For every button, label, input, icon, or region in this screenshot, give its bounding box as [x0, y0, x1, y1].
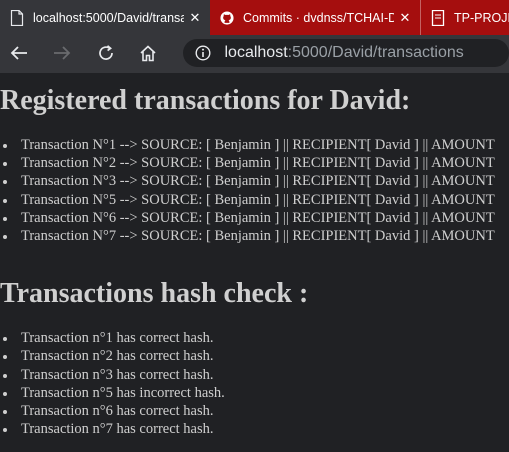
browser-toolbar: localhost:5000/David/transactions [0, 35, 509, 71]
arrow-left-icon [10, 46, 27, 60]
address-bar[interactable]: localhost:5000/David/transactions [182, 39, 509, 67]
github-icon [220, 10, 234, 25]
url-host: localhost [224, 44, 288, 61]
list-item: Transaction n°1 has correct hash. [0, 329, 509, 347]
home-button[interactable] [131, 35, 165, 71]
transactions-list: Transaction N°1 --> SOURCE: [ Benjamin ]… [0, 136, 509, 245]
info-icon[interactable] [194, 45, 211, 61]
list-item: Transaction N°7 --> SOURCE: [ Benjamin ]… [0, 227, 509, 245]
list-item: Transaction N°1 --> SOURCE: [ Benjamin ]… [0, 136, 509, 154]
list-item: Transaction N°5 --> SOURCE: [ Benjamin ]… [0, 191, 509, 209]
url-path: :5000/David/transactions [287, 44, 464, 61]
list-item: Transaction N°3 --> SOURCE: [ Benjamin ]… [0, 172, 509, 190]
list-item: Transaction n°2 has correct hash. [0, 347, 509, 365]
reload-icon [99, 45, 113, 60]
tab-projet[interactable]: TP-PROJET [420, 0, 509, 35]
tab-title: TP-PROJET [454, 10, 509, 25]
list-item: Transaction N°2 --> SOURCE: [ Benjamin ]… [0, 154, 509, 172]
hash-check-heading: Transactions hash check : [0, 278, 309, 310]
close-icon[interactable]: ✕ [394, 10, 416, 26]
tab-commits[interactable]: Commits · dvdnss/TCHAI-D ✕ [210, 0, 420, 35]
reload-button[interactable] [89, 35, 123, 71]
arrow-right-icon [54, 46, 71, 60]
document-icon [431, 9, 445, 26]
tab-title: localhost:5000/David/transactions [33, 10, 184, 25]
close-icon[interactable]: ✕ [184, 10, 206, 26]
list-item: Transaction N°6 --> SOURCE: [ Benjamin ]… [0, 209, 509, 227]
list-item: Transaction n°7 has correct hash. [0, 420, 509, 438]
hash-check-list: Transaction n°1 has correct hash. Transa… [0, 329, 509, 438]
back-button[interactable] [2, 35, 36, 71]
page-content: Registered transactions for David: Trans… [0, 85, 509, 438]
list-item: Transaction n°3 has correct hash. [0, 366, 509, 384]
page-icon [10, 9, 24, 26]
toolbar-divider [0, 71, 509, 73]
list-item: Transaction n°5 has incorrect hash. [0, 384, 509, 402]
list-item: Transaction n°6 has correct hash. [0, 402, 509, 420]
home-icon [140, 44, 156, 61]
forward-button[interactable] [46, 35, 80, 71]
tab-transactions[interactable]: localhost:5000/David/transactions ✕ [0, 0, 210, 35]
tab-title: Commits · dvdnss/TCHAI-D [243, 10, 394, 25]
tab-strip: localhost:5000/David/transactions ✕ Comm… [0, 0, 509, 35]
transactions-heading: Registered transactions for David: [0, 85, 411, 116]
